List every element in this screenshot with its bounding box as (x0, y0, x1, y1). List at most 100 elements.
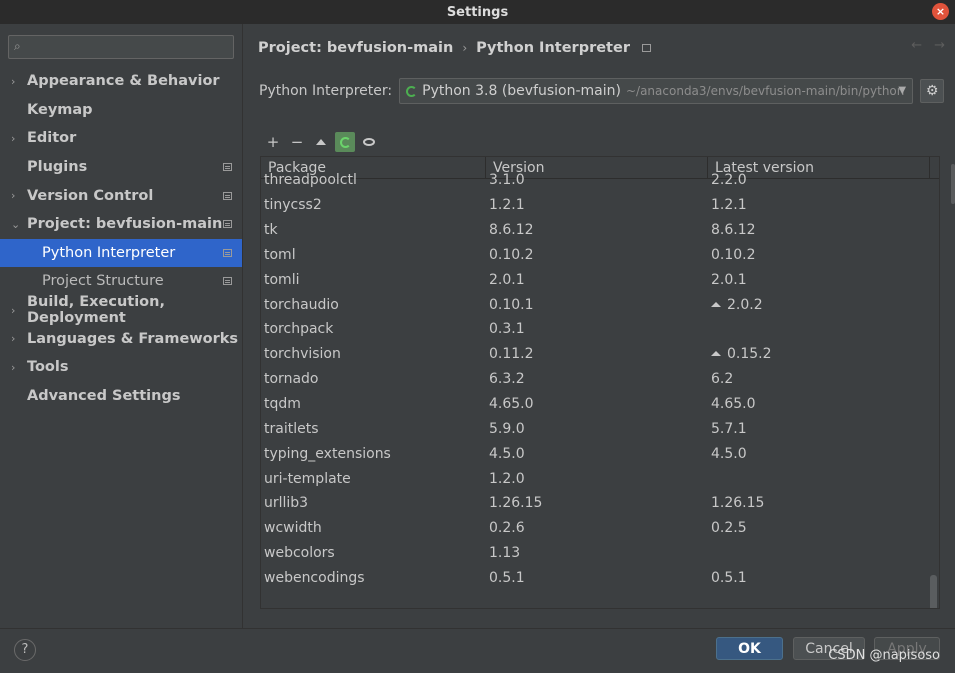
table-row[interactable]: wcwidth 0.2.6 0.2.5 (261, 516, 939, 541)
sidebar-item-build-execution-deployment[interactable]: › Build, Execution, Deployment (0, 294, 242, 327)
package-version: 4.65.0 (486, 396, 708, 412)
sidebar-item-version-control[interactable]: › Version Control (0, 181, 242, 210)
package-version: 0.3.1 (486, 321, 708, 337)
package-name-text: threadpoolctl (264, 172, 357, 189)
package-latest-version-text: 8.6.12 (711, 222, 756, 239)
ok-button[interactable]: OK (716, 637, 783, 660)
breadcrumb-project[interactable]: Project: bevfusion-main (258, 40, 453, 56)
package-latest-version-text: 6.2 (711, 371, 734, 388)
back-arrow-icon[interactable]: ← (911, 38, 922, 53)
gear-icon[interactable]: ⚙ (920, 79, 945, 103)
chevron-right-icon[interactable]: › (11, 75, 15, 88)
sidebar-item-appearance-behavior[interactable]: › Appearance & Behavior (0, 67, 242, 96)
package-version-text: 0.5.1 (489, 569, 525, 586)
panel-scrollbar[interactable] (951, 164, 955, 204)
table-row[interactable]: traitlets 5.9.0 5.7.1 (261, 416, 939, 441)
sidebar-item-label: Build, Execution, Deployment (27, 294, 165, 327)
table-row[interactable]: torchaudio 0.10.1 2.0.2 (261, 292, 939, 317)
show-early-releases-button[interactable] (359, 132, 379, 152)
chevron-down-icon: ▼ (898, 85, 907, 96)
chevron-right-icon[interactable]: › (11, 332, 15, 345)
package-name: tinycss2 (261, 197, 486, 213)
package-name-text: uri-template (264, 470, 351, 487)
package-latest-version: 2.0.2 (708, 297, 930, 313)
package-latest-version-text: 5.7.1 (711, 420, 747, 437)
table-row[interactable]: uri-template 1.2.0 (261, 466, 939, 491)
interpreter-row: Python Interpreter: Python 3.8 (bevfusio… (259, 78, 945, 104)
upgrade-package-button[interactable] (311, 132, 331, 152)
package-version: 5.9.0 (486, 421, 708, 437)
package-latest-version-text: 2.2.0 (711, 172, 747, 189)
package-name-text: tk (264, 222, 278, 239)
search-icon: ⌕ (14, 39, 21, 53)
package-version-text: 0.2.6 (489, 520, 525, 537)
remove-package-button[interactable]: − (287, 132, 307, 152)
table-row[interactable]: torchvision 0.11.2 0.15.2 (261, 342, 939, 367)
sidebar-item-label: Editor (27, 130, 77, 147)
table-row[interactable]: tomli 2.0.1 2.0.1 (261, 267, 939, 292)
sidebar-item-tools[interactable]: › Tools (0, 353, 242, 382)
package-version: 0.5.1 (486, 570, 708, 586)
close-icon[interactable]: × (932, 3, 949, 20)
table-row[interactable]: tornado 6.3.2 6.2 (261, 367, 939, 392)
table-row[interactable]: typing_extensions 4.5.0 4.5.0 (261, 441, 939, 466)
table-row[interactable]: tk 8.6.12 8.6.12 (261, 218, 939, 243)
nav-arrows: ← → (899, 38, 945, 53)
sidebar-item-keymap[interactable]: Keymap (0, 96, 242, 125)
forward-arrow-icon[interactable]: → (934, 38, 945, 53)
package-latest-version-text: 2.0.2 (727, 296, 763, 313)
window-title: Settings (446, 4, 509, 20)
sidebar-item-project-bevfusion-main[interactable]: ⌄ Project: bevfusion-main (0, 210, 242, 239)
help-button[interactable]: ? (14, 639, 36, 661)
chevron-right-icon[interactable]: › (11, 132, 15, 145)
sidebar-item-label: Project: bevfusion-main (27, 216, 223, 233)
package-name-text: toml (264, 246, 296, 263)
sidebar-item-project-structure[interactable]: Project Structure (0, 267, 242, 296)
sidebar-item-plugins[interactable]: Plugins (0, 153, 242, 182)
project-scope-icon (223, 163, 232, 172)
chevron-right-icon[interactable]: › (11, 361, 15, 374)
package-version-text: 8.6.12 (489, 222, 534, 239)
refresh-button[interactable] (335, 132, 355, 152)
sidebar-item-label: Keymap (27, 101, 93, 118)
table-row[interactable]: toml 0.10.2 0.10.2 (261, 243, 939, 268)
package-latest-version: 6.2 (708, 371, 930, 387)
sidebar-item-label: Plugins (27, 159, 88, 176)
table-row[interactable]: tinycss2 1.2.1 1.2.1 (261, 193, 939, 218)
sidebar-item-editor[interactable]: › Editor (0, 124, 242, 153)
scrollbar-thumb[interactable] (930, 575, 937, 608)
package-latest-version: 8.6.12 (708, 222, 930, 238)
package-version-text: 4.65.0 (489, 396, 534, 413)
table-scrollbar[interactable] (930, 180, 937, 608)
package-name: toml (261, 247, 486, 263)
chevron-down-icon[interactable]: ⌄ (11, 218, 20, 231)
chevron-right-icon[interactable]: › (11, 189, 15, 202)
loading-spinner-icon (406, 85, 418, 97)
table-row[interactable]: webcolors 1.13 (261, 541, 939, 566)
table-row[interactable]: threadpoolctl 3.1.0 2.2.0 (261, 168, 939, 193)
sidebar-item-advanced-settings[interactable]: Advanced Settings (0, 382, 242, 411)
table-row[interactable]: webencodings 0.5.1 0.5.1 (261, 566, 939, 591)
table-row[interactable]: tqdm 4.65.0 4.65.0 (261, 392, 939, 417)
package-name: webcolors (261, 545, 486, 561)
interpreter-dropdown[interactable]: Python 3.8 (bevfusion-main) ~/anaconda3/… (399, 78, 914, 104)
package-version: 1.26.15 (486, 495, 708, 511)
package-version: 4.5.0 (486, 446, 708, 462)
sidebar-item-languages-frameworks[interactable]: › Languages & Frameworks (0, 324, 242, 353)
package-latest-version: 0.15.2 (708, 346, 930, 362)
watermark: CSDN @napisoso (828, 648, 940, 663)
package-latest-version-text: 4.65.0 (711, 396, 756, 413)
chevron-right-icon[interactable]: › (11, 304, 15, 317)
package-version: 0.2.6 (486, 520, 708, 536)
package-name: tornado (261, 371, 486, 387)
package-name-text: traitlets (264, 420, 319, 437)
sidebar-item-label: Project Structure (42, 273, 164, 290)
table-row[interactable]: urllib3 1.26.15 1.26.15 (261, 491, 939, 516)
package-latest-version: 1.2.1 (708, 197, 930, 213)
package-name-text: tqdm (264, 396, 301, 413)
sidebar-item-python-interpreter[interactable]: Python Interpreter (0, 238, 242, 268)
add-package-button[interactable]: + (263, 132, 283, 152)
main-panel: Project: bevfusion-main › Python Interpr… (242, 24, 955, 628)
table-row[interactable]: torchpack 0.3.1 (261, 317, 939, 342)
search-field[interactable]: ⌕ (8, 35, 234, 59)
